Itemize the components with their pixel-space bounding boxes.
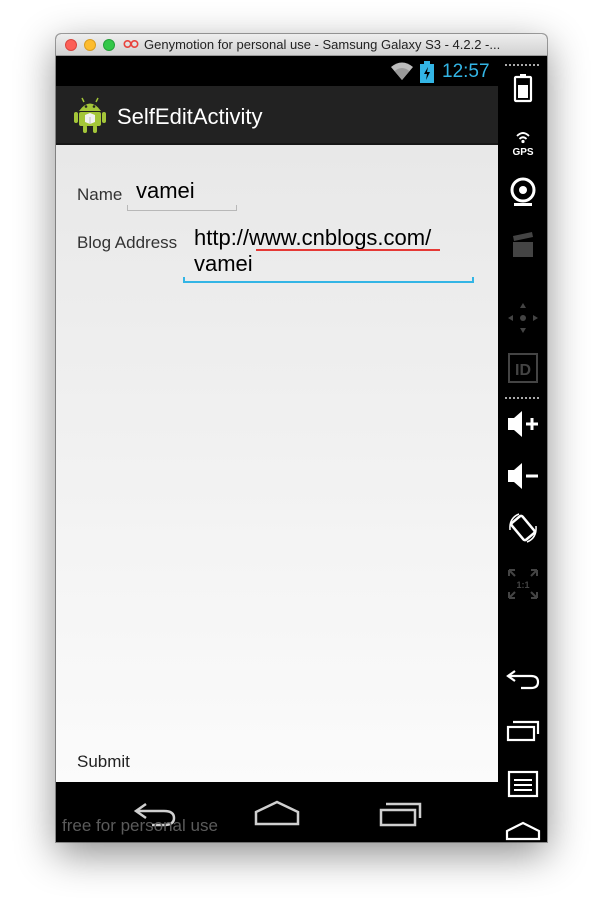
battery-charging-icon xyxy=(420,61,434,83)
device-id-widget-button[interactable]: ID xyxy=(498,350,547,386)
blog-address-input[interactable]: http://www.cnblogs.com/ vamei xyxy=(194,225,474,277)
home-icon[interactable] xyxy=(254,798,300,828)
recent-apps-icon xyxy=(506,720,539,742)
minimize-window-button[interactable] xyxy=(84,39,96,51)
rotate-button[interactable] xyxy=(498,510,547,546)
back-icon xyxy=(505,670,539,690)
sidebar-menu-button[interactable] xyxy=(498,766,547,802)
device-screen: 12:57 SelfEditActivity Name vamei Blog A… xyxy=(56,56,498,842)
name-label: Name xyxy=(77,185,123,204)
volume-up-button[interactable] xyxy=(498,406,547,442)
volume-up-icon xyxy=(507,411,538,437)
dpad-widget-button[interactable] xyxy=(498,300,547,336)
menu-icon xyxy=(507,770,538,798)
blog-address-focus-underline xyxy=(183,277,474,283)
activity-title: SelfEditActivity xyxy=(117,104,263,129)
webcam-widget-button[interactable] xyxy=(498,174,547,210)
gps-widget-button[interactable]: GPS xyxy=(498,124,547,160)
sidebar-recent-apps-button[interactable] xyxy=(498,714,547,750)
volume-down-button[interactable] xyxy=(498,458,547,494)
battery-icon xyxy=(513,74,532,103)
clapper-icon xyxy=(512,232,533,257)
wifi-icon xyxy=(391,62,413,80)
submit-button[interactable]: Submit xyxy=(77,752,130,772)
sidebar-separator xyxy=(505,64,539,66)
sidebar-back-button[interactable] xyxy=(498,662,547,698)
action-bar: SelfEditActivity xyxy=(56,86,498,145)
capture-widget-button[interactable] xyxy=(498,228,547,264)
name-input[interactable]: vamei xyxy=(136,178,195,204)
webcam-icon xyxy=(510,177,535,206)
id-label: ID xyxy=(515,362,531,379)
activity-content: Name vamei Blog Address http://www.cnblo… xyxy=(56,145,498,782)
scale-icon: 1:1 xyxy=(507,569,538,599)
volume-down-icon xyxy=(507,463,538,489)
maximize-window-button[interactable] xyxy=(103,39,115,51)
sidebar-separator xyxy=(505,397,539,399)
gps-icon: GPS xyxy=(512,132,533,158)
home-icon xyxy=(505,821,540,841)
name-input-underline xyxy=(127,205,237,211)
personal-use-watermark: free for personal use xyxy=(62,816,218,835)
gps-label: GPS xyxy=(512,147,533,158)
rotate-icon xyxy=(508,513,537,543)
emulator-window: Genymotion for personal use - Samsung Ga… xyxy=(56,34,547,842)
pixel-perfect-button[interactable]: 1:1 xyxy=(498,566,547,602)
sidebar-home-button[interactable] xyxy=(498,812,547,842)
scale-label: 1:1 xyxy=(516,580,529,590)
battery-widget-button[interactable] xyxy=(498,70,547,106)
genymotion-sidebar: GPS ID 1:1 xyxy=(498,56,547,842)
navigation-bar: free for personal use xyxy=(56,782,498,842)
blog-address-label: Blog Address xyxy=(77,233,178,252)
genymotion-logo-icon xyxy=(123,39,139,49)
android-app-icon xyxy=(74,97,106,133)
window-titlebar: Genymotion for personal use - Samsung Ga… xyxy=(56,34,547,56)
dpad-icon xyxy=(507,303,538,333)
status-bar: 12:57 xyxy=(56,56,498,86)
window-title: Genymotion for personal use - Samsung Ga… xyxy=(144,37,501,52)
close-window-button[interactable] xyxy=(65,39,77,51)
status-clock: 12:57 xyxy=(442,61,490,82)
spellcheck-underline xyxy=(256,249,440,251)
recent-apps-icon[interactable] xyxy=(378,798,424,828)
id-icon: ID xyxy=(507,353,538,383)
